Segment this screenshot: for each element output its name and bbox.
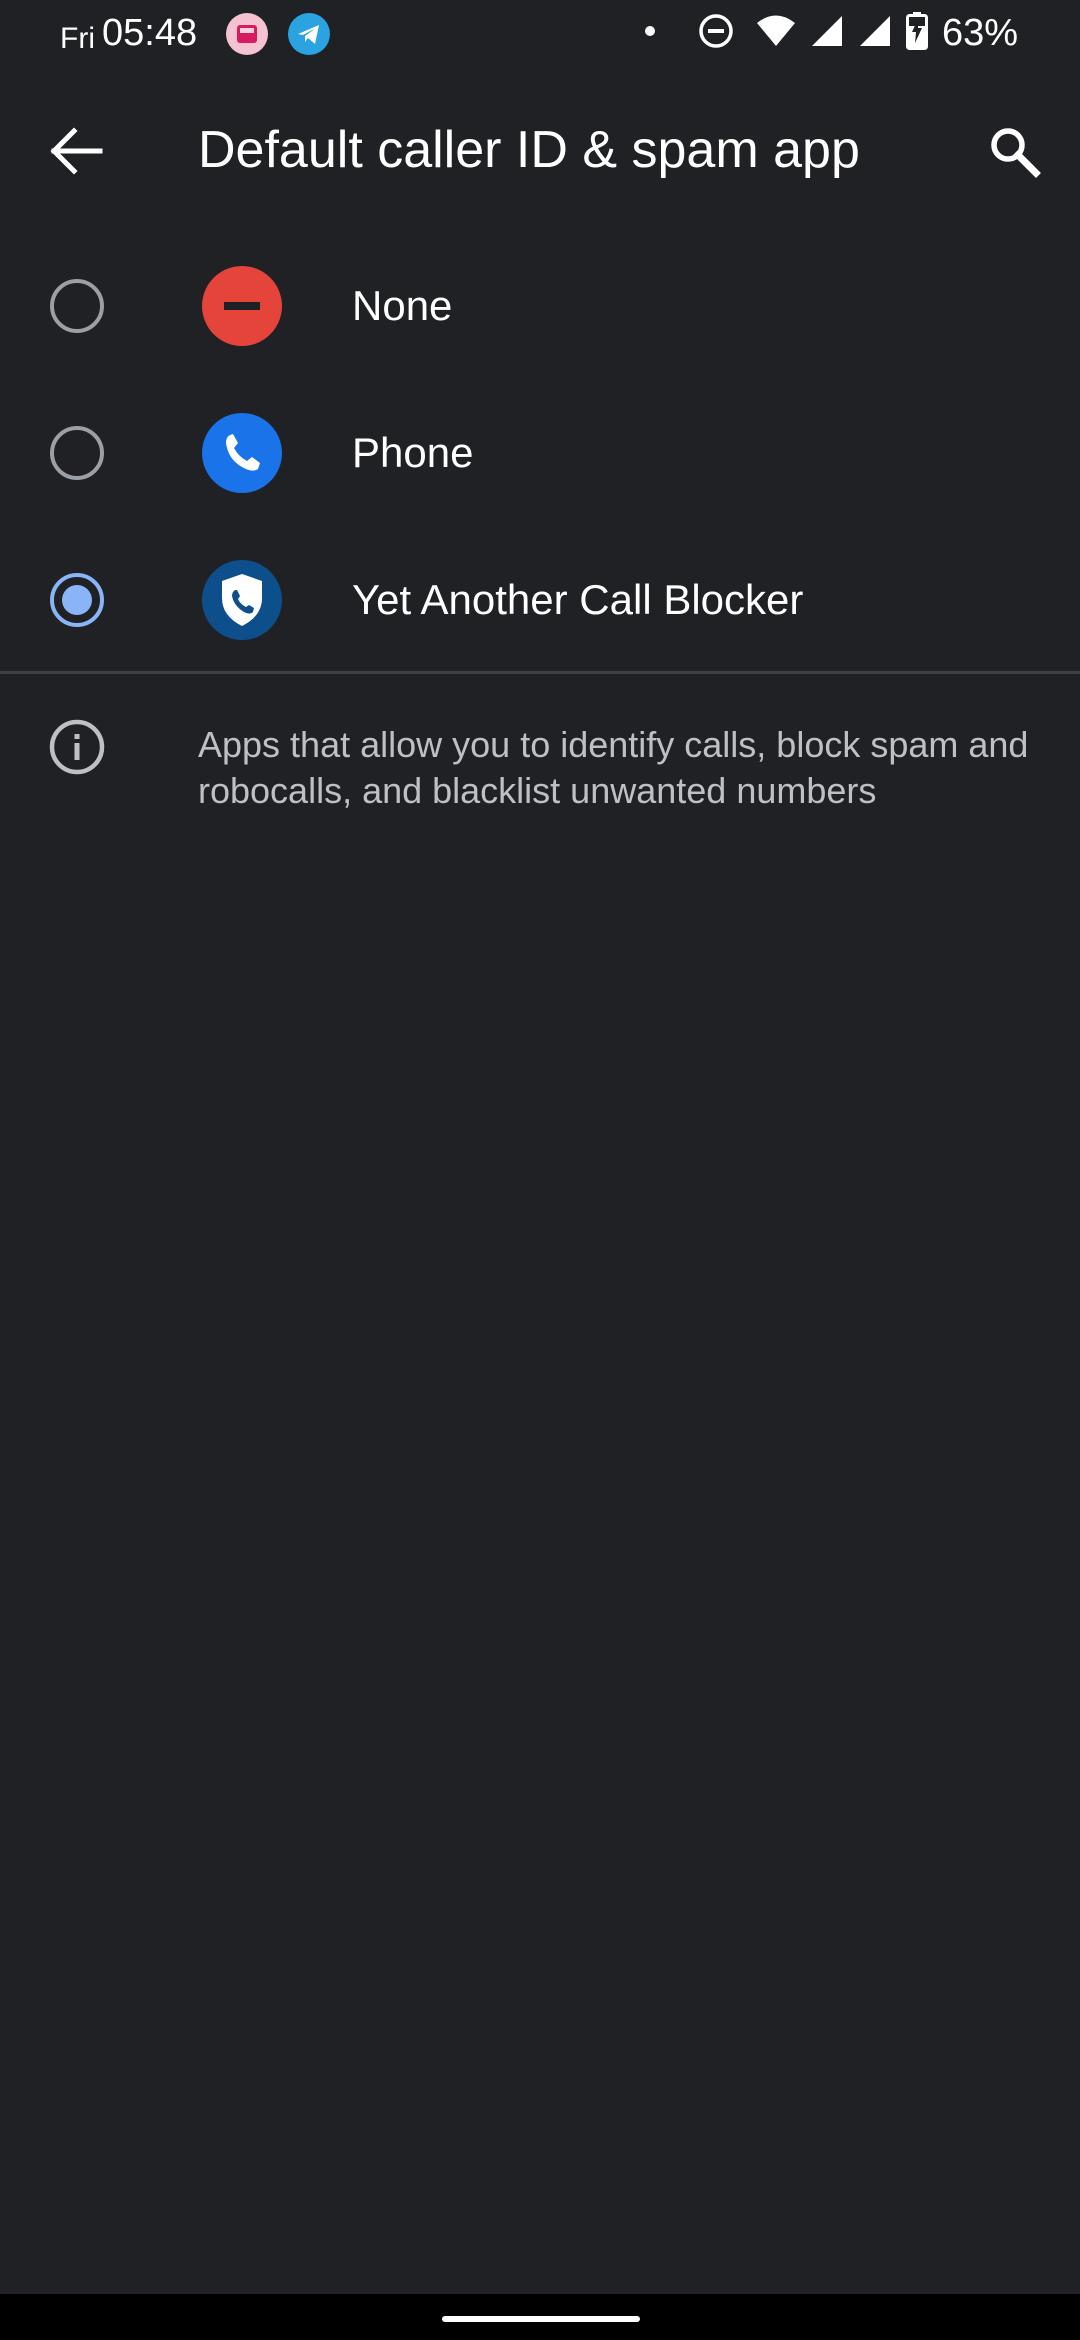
option-yet-another-call-blocker[interactable]: Yet Another Call Blocker (0, 526, 1080, 673)
status-time: 05:48 (102, 12, 198, 54)
battery-percentage: 63% (941, 11, 1018, 54)
notification-app-icon (226, 13, 268, 55)
radio-button-selected[interactable] (50, 572, 104, 627)
search-button[interactable] (974, 111, 1054, 191)
app-bar: Default caller ID & spam app (0, 66, 1080, 232)
option-label: Phone (352, 428, 474, 476)
option-label: None (352, 281, 453, 329)
battery-charging-icon (905, 11, 928, 55)
info-icon (48, 718, 106, 776)
search-icon (991, 128, 1041, 178)
option-label: Yet Another Call Blocker (352, 575, 804, 623)
status-bar: Fri 05:48 63% (0, 0, 1080, 66)
radio-button[interactable] (50, 278, 104, 333)
dot-icon (644, 24, 656, 42)
option-none[interactable]: None (0, 232, 1080, 379)
back-arrow-icon (50, 127, 103, 175)
navigation-bar (0, 2294, 1080, 2340)
radio-button[interactable] (50, 425, 104, 480)
phone-app-icon (202, 412, 282, 493)
status-right-group: 63% (644, 10, 1018, 56)
signal-icon (810, 14, 844, 53)
telegram-icon (288, 13, 330, 55)
divider (0, 671, 1080, 674)
info-description: Apps that allow you to identify calls, b… (198, 724, 1029, 811)
dnd-icon (698, 13, 734, 54)
none-icon (202, 265, 282, 346)
status-day: Fri (60, 22, 95, 55)
signal-icon (858, 14, 892, 53)
screen: Fri 05:48 63% Default caller ID & spam a… (0, 0, 1080, 2340)
option-phone[interactable]: Phone (0, 379, 1080, 526)
wifi-icon (756, 14, 796, 53)
call-blocker-shield-icon (202, 559, 282, 640)
back-button[interactable] (36, 111, 116, 191)
gesture-handle[interactable] (442, 2316, 640, 2322)
page-title: Default caller ID & spam app (198, 121, 860, 179)
default-app-options: None Phone Yet Another Call Blocker (0, 232, 1080, 673)
